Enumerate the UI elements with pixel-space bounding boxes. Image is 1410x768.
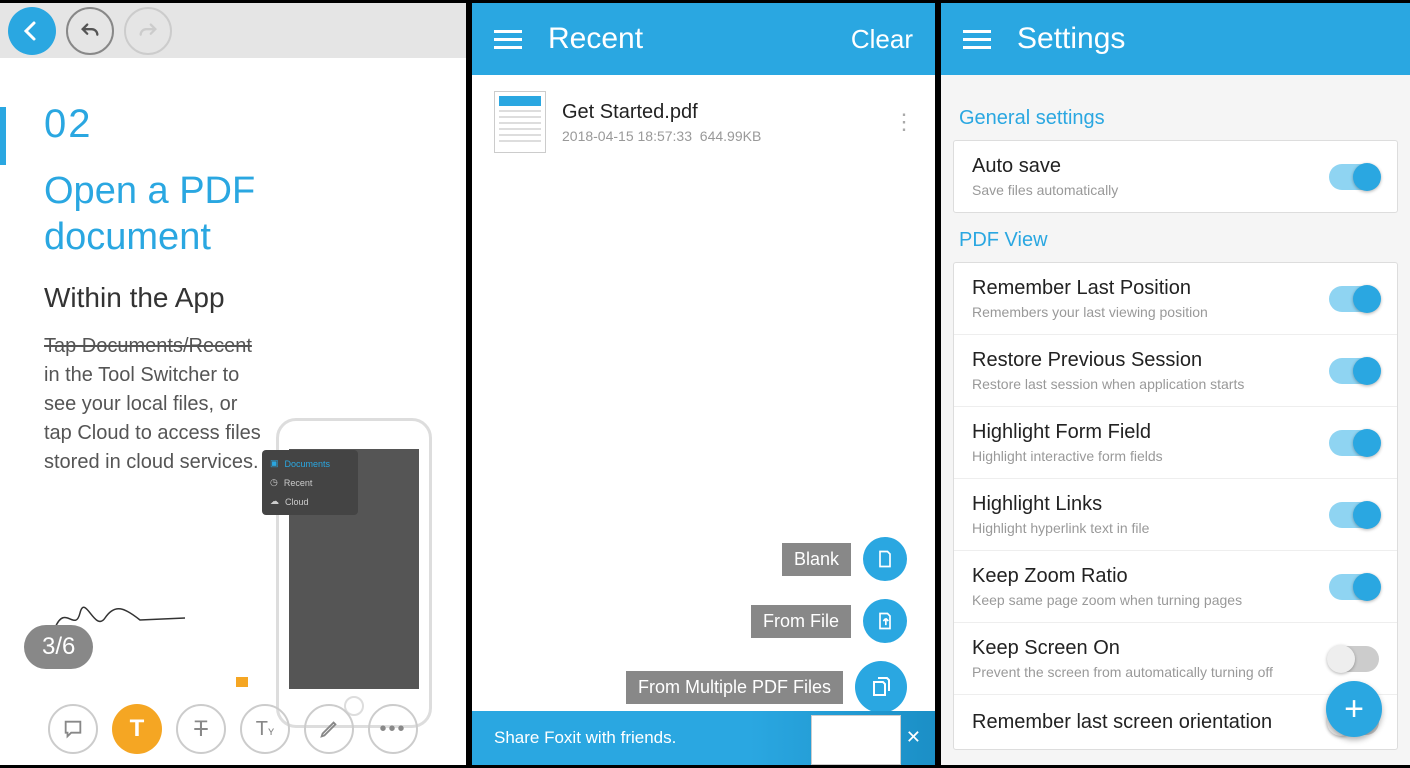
more-tool[interactable]: ••• xyxy=(368,704,418,754)
fab-multi-label: From Multiple PDF Files xyxy=(626,671,843,704)
plus-icon: + xyxy=(1344,690,1364,729)
toggle-autosave[interactable] xyxy=(1329,164,1379,190)
pdf-editor-pane: 02 Open a PDF document Within the App Ta… xyxy=(0,0,469,768)
menu-button[interactable] xyxy=(963,30,991,49)
section-general-label: General settings xyxy=(953,91,1398,140)
pencil-icon xyxy=(318,718,340,740)
from-file-icon xyxy=(875,611,895,631)
chapter-title: Open a PDF document xyxy=(44,169,422,260)
file-meta: Get Started.pdf 2018-04-15 18:57:33 644.… xyxy=(562,101,761,144)
row-autosave[interactable]: Auto saveSave files automatically xyxy=(954,141,1397,212)
toggle-restore-session[interactable] xyxy=(1329,358,1379,384)
strikethrough-tool[interactable]: T xyxy=(176,704,226,754)
popup-item-recent[interactable]: ◷Recent xyxy=(262,473,358,492)
note-annotation-icon[interactable] xyxy=(236,677,248,687)
chapter-number: 02 xyxy=(44,102,422,147)
squiggly-tool[interactable]: Tʏ xyxy=(240,704,290,754)
editor-toolbar xyxy=(0,3,466,58)
toggle-keep-screen-on[interactable] xyxy=(1329,646,1379,672)
row-restore-session[interactable]: Restore Previous SessionRestore last ses… xyxy=(954,334,1397,406)
file-name: Get Started.pdf xyxy=(562,101,761,124)
popup-item-cloud[interactable]: ☁Cloud xyxy=(262,492,358,511)
chapter-paragraph: Tap Documents/Recent in the Tool Switche… xyxy=(44,332,264,477)
row-keep-screen-on[interactable]: Keep Screen OnPrevent the screen from au… xyxy=(954,622,1397,694)
toggle-remember-position[interactable] xyxy=(1329,286,1379,312)
undo-button[interactable] xyxy=(66,7,114,55)
document-body: 02 Open a PDF document Within the App Ta… xyxy=(0,58,466,698)
blank-page-icon xyxy=(875,549,895,569)
settings-list: General settings Auto saveSave files aut… xyxy=(941,75,1410,750)
strikethrough-icon: T xyxy=(194,716,207,742)
popup-item-documents[interactable]: ▣Documents xyxy=(262,454,358,473)
kebab-icon: ⋮ xyxy=(893,109,913,134)
highlight-tool[interactable]: T xyxy=(112,704,162,754)
hamburger-icon xyxy=(494,30,522,33)
multi-files-icon xyxy=(869,675,893,699)
tool-switcher-popup: ▣Documents ◷Recent ☁Cloud xyxy=(262,450,358,515)
toggle-highlight-form[interactable] xyxy=(1329,430,1379,456)
settings-header: Settings xyxy=(941,3,1410,75)
arrow-left-icon xyxy=(20,19,44,43)
file-details: 2018-04-15 18:57:33 644.99KB xyxy=(562,128,761,144)
share-close-button[interactable]: ✕ xyxy=(906,727,921,748)
close-icon: ✕ xyxy=(906,727,921,747)
recent-pane: Recent Clear Get Started.pdf 2018-04-15 … xyxy=(469,0,938,768)
fab-blank-button[interactable] xyxy=(863,537,907,581)
pdfview-card: Remember Last PositionRemembers your las… xyxy=(953,262,1398,750)
toggle-highlight-links[interactable] xyxy=(1329,502,1379,528)
row-keep-zoom[interactable]: Keep Zoom RatioKeep same page zoom when … xyxy=(954,550,1397,622)
pdf-thumbnail-icon xyxy=(494,91,546,153)
share-text: Share Foxit with friends. xyxy=(494,728,676,748)
row-remember-position[interactable]: Remember Last PositionRemembers your las… xyxy=(954,263,1397,334)
strikethrough-text: Tap Documents/Recent xyxy=(44,335,252,357)
row-highlight-form[interactable]: Highlight Form FieldHighlight interactiv… xyxy=(954,406,1397,478)
share-banner[interactable]: Share Foxit with friends. ✕ xyxy=(472,711,935,765)
fab-fromfile-button[interactable] xyxy=(863,599,907,643)
undo-icon xyxy=(79,20,101,42)
recent-title: Recent xyxy=(548,22,643,56)
redo-icon xyxy=(137,20,159,42)
comment-tool[interactable] xyxy=(48,704,98,754)
bottom-toolbar: T T Tʏ ••• xyxy=(0,701,466,757)
comment-icon xyxy=(62,718,84,740)
fab-menu: Blank From File From Multiple PDF Files xyxy=(626,537,907,713)
back-button[interactable] xyxy=(8,7,56,55)
recent-header: Recent Clear xyxy=(472,3,935,75)
share-illustration xyxy=(811,715,901,765)
toggle-keep-zoom[interactable] xyxy=(1329,574,1379,600)
hamburger-icon xyxy=(963,30,991,33)
add-button[interactable]: + xyxy=(1326,681,1382,737)
menu-button[interactable] xyxy=(494,30,522,49)
fab-blank-label: Blank xyxy=(782,543,851,576)
general-card: Auto saveSave files automatically xyxy=(953,140,1398,213)
page-indicator[interactable]: 3/6 xyxy=(24,625,93,669)
clear-button[interactable]: Clear xyxy=(851,24,913,55)
file-item[interactable]: Get Started.pdf 2018-04-15 18:57:33 644.… xyxy=(472,75,935,169)
redo-button[interactable] xyxy=(124,7,172,55)
file-options-button[interactable]: ⋮ xyxy=(893,109,913,135)
fab-multi-button[interactable] xyxy=(855,661,907,713)
highlight-icon: T xyxy=(130,715,145,743)
chapter-subtitle: Within the App xyxy=(44,282,422,314)
pencil-tool[interactable] xyxy=(304,704,354,754)
settings-pane: Settings General settings Auto saveSave … xyxy=(938,0,1410,768)
row-highlight-links[interactable]: Highlight LinksHighlight hyperlink text … xyxy=(954,478,1397,550)
section-pdfview-label: PDF View xyxy=(953,213,1398,262)
fab-fromfile-label: From File xyxy=(751,605,851,638)
more-icon: ••• xyxy=(379,718,406,741)
squiggly-icon: Tʏ xyxy=(256,718,274,741)
settings-title: Settings xyxy=(1017,22,1125,56)
